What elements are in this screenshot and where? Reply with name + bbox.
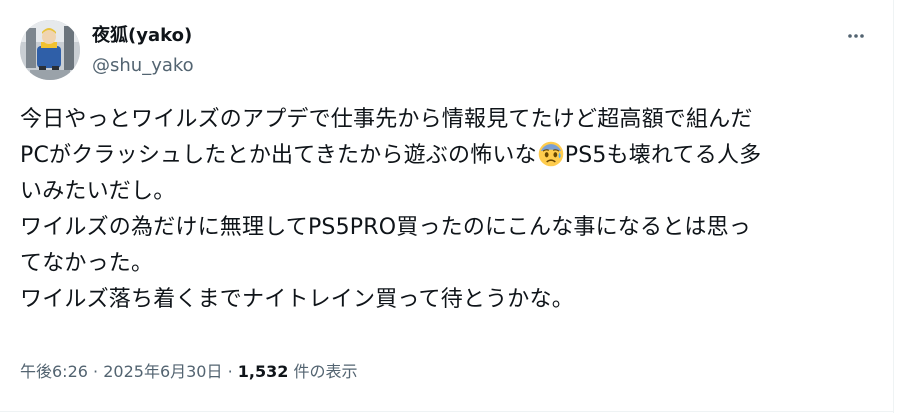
tweet-card: 夜狐(yako) @shu_yako 今日やっとワイルズのアプデで仕事先から情報… [0, 0, 901, 413]
meta-separator: · [227, 362, 233, 381]
tweet-text-line: いみたいだし。 [20, 179, 176, 204]
views-count[interactable]: 1,532 [238, 362, 289, 381]
tweet-text-line: ワイルズ落ち着くまでナイトレイン買って待とうかな。 [20, 287, 574, 312]
tweet-text-line: ワイルズの為だけに無理してPS5PRO買ったのにこんな事になるとは思っ [20, 215, 751, 240]
avatar-figure-icon [20, 20, 80, 80]
more-options-button[interactable] [836, 20, 876, 52]
author-display-name[interactable]: 夜狐(yako) [92, 24, 192, 48]
tweet-text-line: 今日やっとワイルズのアプデで仕事先から情報見てたけど超高額で組んだ [20, 107, 753, 132]
tweet-meta: 午後6:26 · 2025年6月30日 · 1,532 件の表示 [20, 360, 357, 384]
avatar[interactable] [20, 20, 80, 80]
anxious-face-with-sweat-icon [538, 141, 564, 167]
meta-separator: · [93, 362, 99, 381]
views-label: 件の表示 [288, 362, 358, 381]
tweet-text-line: PCがクラッシュしたとか出てきたから遊ぶの怖いな PS5も壊れてる人多 [20, 138, 872, 174]
author-handle[interactable]: @shu_yako [92, 54, 194, 78]
tweet-text-segment: PS5も壊れてる人多 [564, 143, 762, 168]
card-bottom-divider [0, 411, 893, 412]
tweet-time[interactable]: 午後6:26 [20, 362, 88, 381]
tweet-text-segment: PCがクラッシュしたとか出てきたから遊ぶの怖いな [20, 143, 537, 168]
tweet-text: 今日やっとワイルズのアプデで仕事先から情報見てたけど超高額で組んだ PCがクラッ… [20, 102, 872, 318]
more-horizontal-icon [848, 34, 864, 38]
card-right-border [893, 0, 894, 413]
tweet-date[interactable]: 2025年6月30日 [103, 362, 222, 381]
tweet-text-line: てなかった。 [20, 251, 154, 276]
